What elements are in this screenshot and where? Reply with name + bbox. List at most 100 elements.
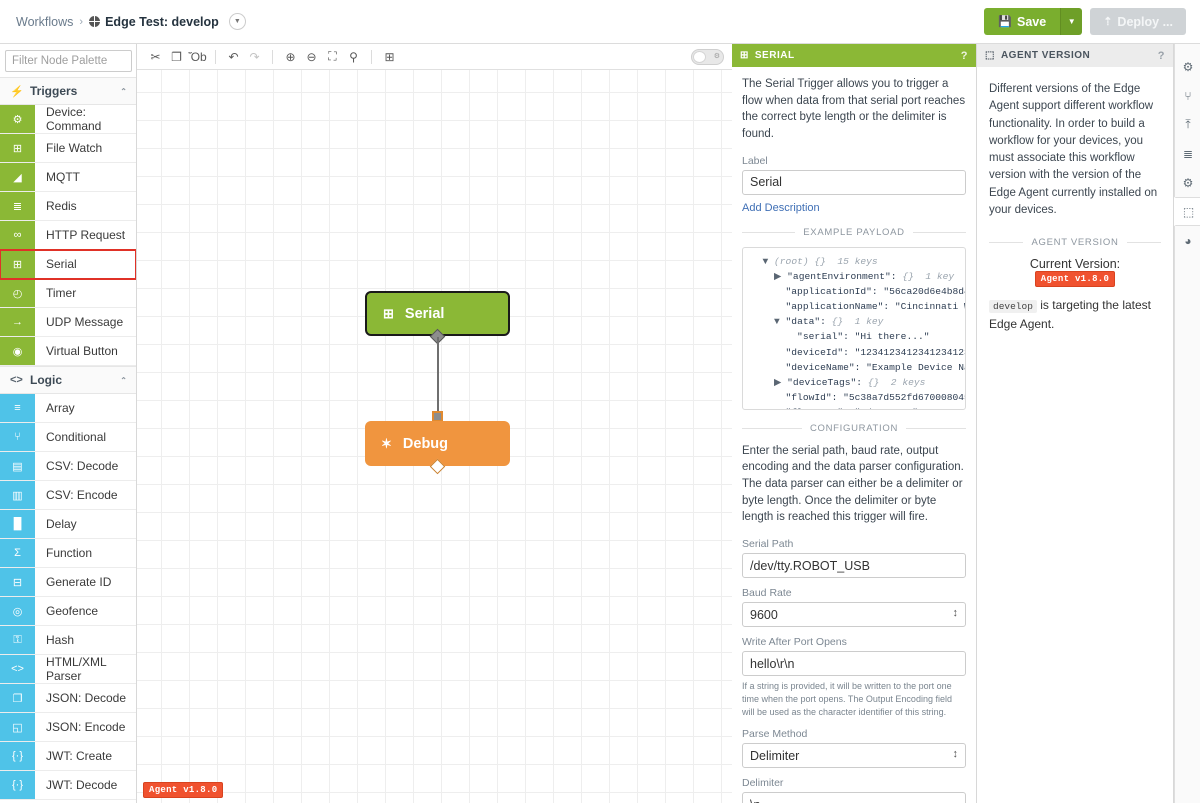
label-field-input[interactable]: [742, 169, 966, 195]
add-node-icon[interactable]: ⊞: [379, 47, 400, 67]
palette-item-icon: ⑂: [0, 423, 35, 451]
save-dropdown-button[interactable]: ▼: [1060, 8, 1083, 35]
workflow-grid[interactable]: ⊞ Serial ✶ Debug Agent v1.8.0: [137, 70, 732, 803]
palette-item-csv-decode[interactable]: ▤ CSV: Decode: [0, 452, 136, 481]
edge-serial-to-debug[interactable]: [437, 337, 439, 416]
breadcrumb-workflows-link[interactable]: Workflows: [16, 15, 73, 29]
delimiter-input[interactable]: [742, 792, 966, 803]
cut-icon[interactable]: ✂: [145, 47, 166, 67]
palette-item-timer[interactable]: ◴ Timer: [0, 279, 136, 308]
field-block: Delimiter: [742, 777, 966, 803]
payload-row: "applicationId": "56ca20d6e4b8d40100: [785, 286, 965, 297]
baud-rate-label: Baud Rate: [742, 587, 792, 600]
palette-item-conditional[interactable]: ⑂ Conditional: [0, 423, 136, 452]
save-button-group: 💾 Save ▼: [984, 8, 1083, 35]
baud-rate-select[interactable]: [742, 602, 966, 628]
zoom-out-icon[interactable]: ⊖: [301, 47, 322, 67]
palette-item-label: UDP Message: [46, 315, 124, 329]
label-field-label: Label: [742, 154, 768, 167]
payload-row[interactable]: ▼ (root) {} 15 keys: [751, 254, 957, 269]
palette-item-geofence[interactable]: ◎ Geofence: [0, 597, 136, 626]
serial-panel-body: The Serial Trigger allows you to trigger…: [732, 67, 976, 803]
palette-item-html-xml-parser[interactable]: <> HTML/XML Parser: [0, 655, 136, 684]
palette-item-json-encode[interactable]: ◱ JSON: Encode: [0, 713, 136, 742]
payload-row[interactable]: ▶ "deviceTags": {} 2 keys: [751, 375, 957, 390]
undo-icon[interactable]: ↶: [223, 47, 244, 67]
upload-icon: ⇡: [1103, 16, 1113, 28]
palette-item-http-request[interactable]: ∞ HTTP Request: [0, 221, 136, 250]
paste-icon[interactable]: Ὄb: [187, 47, 208, 67]
palette-item-delay[interactable]: ▐▌ Delay: [0, 510, 136, 539]
palette-item-file-watch[interactable]: ⊞ File Watch: [0, 134, 136, 163]
zoom-reset-icon[interactable]: ⚲: [343, 47, 364, 67]
filter-node-palette-input[interactable]: [5, 50, 132, 72]
lock-icon: ⚙: [713, 52, 720, 60]
palette-item-label: Array: [46, 401, 75, 415]
payload-row[interactable]: ▶ "agentEnvironment": {} 1 key: [751, 269, 957, 284]
palette-group-label: Logic: [30, 373, 62, 387]
parse-method-select[interactable]: [742, 743, 966, 769]
help-icon[interactable]: ?: [961, 50, 968, 62]
breadcrumb: Workflows › Edge Test: develop ▼: [16, 13, 246, 30]
palette-item-redis[interactable]: ≣ Redis: [0, 192, 136, 221]
breadcrumb-current-label: Edge Test: develop: [105, 14, 219, 29]
copy-icon[interactable]: ❐: [166, 47, 187, 67]
rail-settings-icon[interactable]: ⚙: [1175, 52, 1200, 81]
current-version-badge[interactable]: Agent v1.8.0: [1034, 271, 1116, 287]
save-button[interactable]: 💾 Save: [984, 8, 1061, 35]
palette-item-icon: →: [0, 308, 35, 336]
palette-item-udp-message[interactable]: → UDP Message: [0, 308, 136, 337]
workflow-canvas-area: ✂ ❐ Ὄb ↶ ↷ ⊕ ⊖ ⛶ ⚲ ⊞ ⚙ ⊞ Serial ✶ Debug Agent v1.8…: [137, 44, 732, 803]
palette-item-icon: ◉: [0, 337, 35, 365]
add-description-link[interactable]: Add Description: [742, 202, 820, 214]
rail-deploy-upload-icon[interactable]: ⤒: [1175, 110, 1200, 139]
palette-item-label: Timer: [46, 286, 77, 300]
payload-row[interactable]: ▼ "data": {} 1 key: [751, 314, 957, 329]
palette-item-label: JSON: Decode: [46, 691, 127, 705]
zoom-in-icon[interactable]: ⊕: [280, 47, 301, 67]
palette-item-json-decode[interactable]: ❐ JSON: Decode: [0, 684, 136, 713]
palette-item-hash[interactable]: ⚿ Hash: [0, 626, 136, 655]
breadcrumb-dropdown-button[interactable]: ▼: [228, 13, 246, 30]
palette-item-array[interactable]: ≡ Array: [0, 394, 136, 423]
deploy-button[interactable]: ⇡ Deploy ...: [1090, 8, 1186, 35]
rail-storage-icon[interactable]: ≣: [1175, 139, 1200, 168]
palette-item-icon: Σ: [0, 539, 35, 567]
fit-screen-icon[interactable]: ⛶: [322, 47, 343, 67]
palette-group-triggers[interactable]: ⚡ Triggers ⌃: [0, 77, 136, 105]
palette-item-label: CSV: Decode: [46, 459, 119, 473]
rail-agent-version-icon[interactable]: ⬚: [1174, 197, 1200, 226]
palette-item-jwt-decode[interactable]: {·} JWT: Decode: [0, 771, 136, 800]
palette-item-csv-encode[interactable]: ▥ CSV: Encode: [0, 481, 136, 510]
write-after-port-opens-input[interactable]: [742, 651, 966, 677]
help-icon[interactable]: ?: [1158, 50, 1165, 62]
serial-icon: ⊞: [740, 50, 749, 61]
rail-globe-icon[interactable]: ◕: [1175, 226, 1200, 255]
palette-item-serial[interactable]: ⊞ Serial: [0, 249, 136, 280]
chevron-up-icon: ⌃: [120, 375, 127, 385]
parse-method-select-wrapper: [742, 743, 966, 769]
example-payload-viewer[interactable]: ▼ (root) {} 15 keys ▶ "agentEnvironment"…: [742, 246, 966, 410]
palette-item-label: Redis: [46, 199, 77, 213]
field-block: Baud Rate: [742, 587, 966, 628]
serial-path-input[interactable]: [742, 553, 966, 579]
rail-settings-advanced-icon[interactable]: ⚙: [1175, 168, 1200, 197]
toolbar-separator: [272, 49, 273, 64]
node-serial-label: Serial: [404, 305, 445, 322]
palette-item-icon: ▥: [0, 481, 35, 509]
palette-item-icon: {·}: [0, 771, 35, 799]
palette-item-virtual-button[interactable]: ◉ Virtual Button: [0, 337, 136, 366]
palette-item-mqtt[interactable]: ◢ MQTT: [0, 163, 136, 192]
palette-item-device-command[interactable]: ⚙ Device: Command: [0, 105, 136, 134]
palette-group-logic[interactable]: <> Logic ⌃: [0, 366, 136, 394]
rail-git-branch-icon[interactable]: ⑂: [1175, 81, 1200, 110]
node-debug-label: Debug: [402, 435, 449, 452]
canvas-agent-version-badge[interactable]: Agent v1.8.0: [143, 782, 224, 798]
<>: <>: [10, 374, 23, 386]
palette-item-generate-id[interactable]: ⊟ Generate ID: [0, 568, 136, 597]
palette-item-jwt-create[interactable]: {·} JWT: Create: [0, 742, 136, 771]
palette-item-icon: ⚙: [0, 105, 35, 133]
canvas-mode-toggle[interactable]: ⚙: [691, 48, 724, 65]
current-version-row: Current Version: Agent v1.8.0: [989, 257, 1161, 287]
palette-item-function[interactable]: Σ Function: [0, 539, 136, 568]
